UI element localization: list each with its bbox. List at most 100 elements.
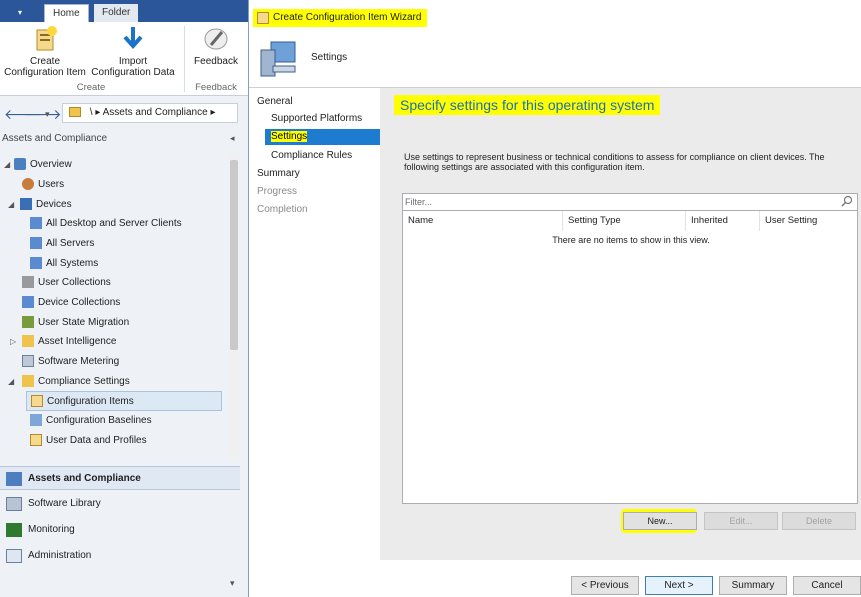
empty-list-message: There are no items to show in this view.	[552, 235, 710, 245]
wizard-step-title: Settings	[311, 52, 348, 63]
tree-item-configuration-baselines[interactable]: Configuration Baselines	[30, 411, 152, 431]
collection-icon	[30, 217, 42, 230]
tree-item-users[interactable]: Users	[22, 175, 64, 195]
workspace-administration[interactable]: Administration	[0, 544, 240, 568]
wizard-titlebar: Create Configuration Item Wizard	[249, 6, 861, 28]
feedback-label: Feedback	[194, 56, 238, 67]
wizard-step-summary: Summary	[257, 168, 300, 179]
summary-button[interactable]: Summary	[719, 576, 787, 595]
monitoring-icon	[6, 523, 22, 537]
folder-icon	[22, 375, 34, 388]
app-menu-button[interactable]: ▾	[0, 4, 40, 22]
tree-item-user-collections[interactable]: User Collections	[22, 273, 111, 293]
wizard-title: Create Configuration Item Wizard	[253, 9, 428, 27]
console-pane: ▾ Home Folder Create Configuration Item …	[0, 0, 248, 597]
computer-icon	[260, 41, 296, 77]
wizard-content: Specify settings for this operating syst…	[380, 88, 861, 560]
configuration-baseline-icon	[30, 414, 42, 427]
expand-caret-icon[interactable]: ◢	[4, 160, 10, 169]
workspace-monitoring[interactable]: Monitoring	[0, 518, 240, 542]
ribbon-tab-strip: ▾ Home Folder	[0, 0, 248, 22]
tree-item-devices[interactable]: Devices	[20, 195, 72, 215]
previous-button[interactable]: < Previous	[571, 576, 639, 595]
expand-caret-icon[interactable]: ◢	[8, 377, 14, 386]
ribbon-group-feedback: Feedback	[195, 82, 237, 93]
scrollbar-thumb[interactable]	[230, 160, 238, 350]
workspace-assets-and-compliance[interactable]: Assets and Compliance	[0, 466, 240, 490]
tab-folder[interactable]: Folder	[94, 4, 139, 22]
folder-icon	[22, 335, 34, 348]
tree-scrollbar[interactable]	[229, 152, 239, 457]
feedback-button[interactable]: Feedback	[188, 22, 244, 67]
wizard-step-progress: Progress	[257, 186, 298, 197]
wizard-title-icon	[257, 12, 269, 24]
breadcrumb[interactable]: \ ▸ Assets and Compliance ▸	[62, 103, 238, 123]
software-library-icon	[6, 497, 22, 511]
settings-description: Use settings to represent business or te…	[404, 152, 825, 172]
collection-icon	[30, 237, 42, 250]
tree-item-all-servers[interactable]: All Servers	[30, 234, 94, 254]
delete-button[interactable]: Delete	[782, 512, 856, 530]
tree-item-software-metering[interactable]: Software Metering	[22, 352, 119, 372]
breadcrumb-separator-icon: ▸	[95, 107, 103, 118]
filter-input[interactable]: Filter...	[402, 193, 858, 211]
tab-home[interactable]: Home	[44, 4, 89, 22]
user-state-migration-icon	[22, 316, 34, 329]
workspace-software-library[interactable]: Software Library	[0, 492, 240, 516]
assets-icon	[6, 472, 22, 486]
edit-button[interactable]: Edit...	[704, 512, 778, 530]
column-header-setting-type[interactable]: Setting Type	[563, 211, 686, 231]
tree-item-asset-intelligence[interactable]: Asset Intelligence	[22, 332, 116, 352]
administration-icon	[6, 549, 22, 563]
column-header-inherited[interactable]: Inherited	[686, 211, 760, 231]
forward-arrow-icon[interactable]: 🡒	[24, 106, 62, 123]
next-button[interactable]: Next >	[645, 576, 713, 595]
collapsed-caret-icon[interactable]: ▷	[10, 337, 16, 346]
import-configuration-data-label: Import Configuration Data	[91, 56, 175, 78]
create-configuration-item-button[interactable]: Create Configuration Item	[2, 22, 88, 78]
user-icon	[22, 178, 34, 191]
configuration-item-icon	[31, 395, 43, 408]
wizard-step-completion: Completion	[257, 204, 308, 215]
expand-caret-icon[interactable]: ◢	[8, 200, 14, 209]
wizard-step-general: General	[257, 96, 293, 107]
user-collections-icon	[22, 276, 34, 289]
workspace-title: Assets and Compliance	[2, 133, 108, 144]
collection-icon	[30, 257, 42, 270]
collapse-pane-icon[interactable]: ◂	[230, 133, 235, 144]
new-button[interactable]: New...	[623, 512, 697, 530]
create-item-icon	[36, 26, 57, 51]
breadcrumb-current: Assets and Compliance	[102, 107, 208, 118]
wizard-footer: < Previous Next > Summary Cancel	[380, 560, 861, 597]
tree-item-all-desktop-and-server-clients[interactable]: All Desktop and Server Clients	[30, 214, 182, 234]
breadcrumb-separator-icon: ▸	[210, 107, 216, 118]
tree-item-user-state-migration[interactable]: User State Migration	[22, 313, 129, 333]
feedback-pencil-icon	[204, 28, 228, 50]
breadcrumb-root: \	[89, 107, 93, 118]
tree-item-configuration-items[interactable]: Configuration Items	[26, 391, 222, 411]
ribbon-separator	[184, 26, 185, 92]
tree-item-compliance-settings[interactable]: Compliance Settings	[22, 372, 130, 392]
import-arrow-icon	[123, 27, 143, 50]
tree-item-device-collections[interactable]: Device Collections	[22, 293, 120, 313]
ribbon-group-create: Create	[76, 82, 106, 93]
settings-list: Name Setting Type Inherited User Setting…	[402, 211, 858, 504]
tree-item-overview[interactable]: Overview	[14, 155, 72, 175]
workspace-menu-chevron-icon[interactable]: ▾	[230, 578, 235, 589]
wizard-header: Settings	[249, 28, 861, 88]
search-icon[interactable]	[841, 195, 853, 207]
settings-heading: Specify settings for this operating syst…	[394, 95, 661, 115]
devices-icon	[20, 198, 32, 211]
overview-icon	[14, 158, 26, 171]
column-header-name[interactable]: Name	[403, 211, 563, 231]
history-dropdown-icon[interactable]: ▾	[45, 109, 50, 120]
tree-item-all-systems[interactable]: All Systems	[30, 254, 98, 274]
cancel-button[interactable]: Cancel	[793, 576, 861, 595]
home-icon	[69, 107, 81, 118]
tree-item-user-data-and-profiles[interactable]: User Data and Profiles	[30, 431, 147, 451]
wizard-step-compliance-rules: Compliance Rules	[271, 150, 353, 161]
import-configuration-data-button[interactable]: Import Configuration Data	[88, 22, 178, 78]
column-header-user-setting[interactable]: User Setting	[760, 211, 859, 231]
software-metering-icon	[22, 355, 34, 368]
wizard-window: Create Configuration Item Wizard Setting…	[248, 0, 861, 597]
